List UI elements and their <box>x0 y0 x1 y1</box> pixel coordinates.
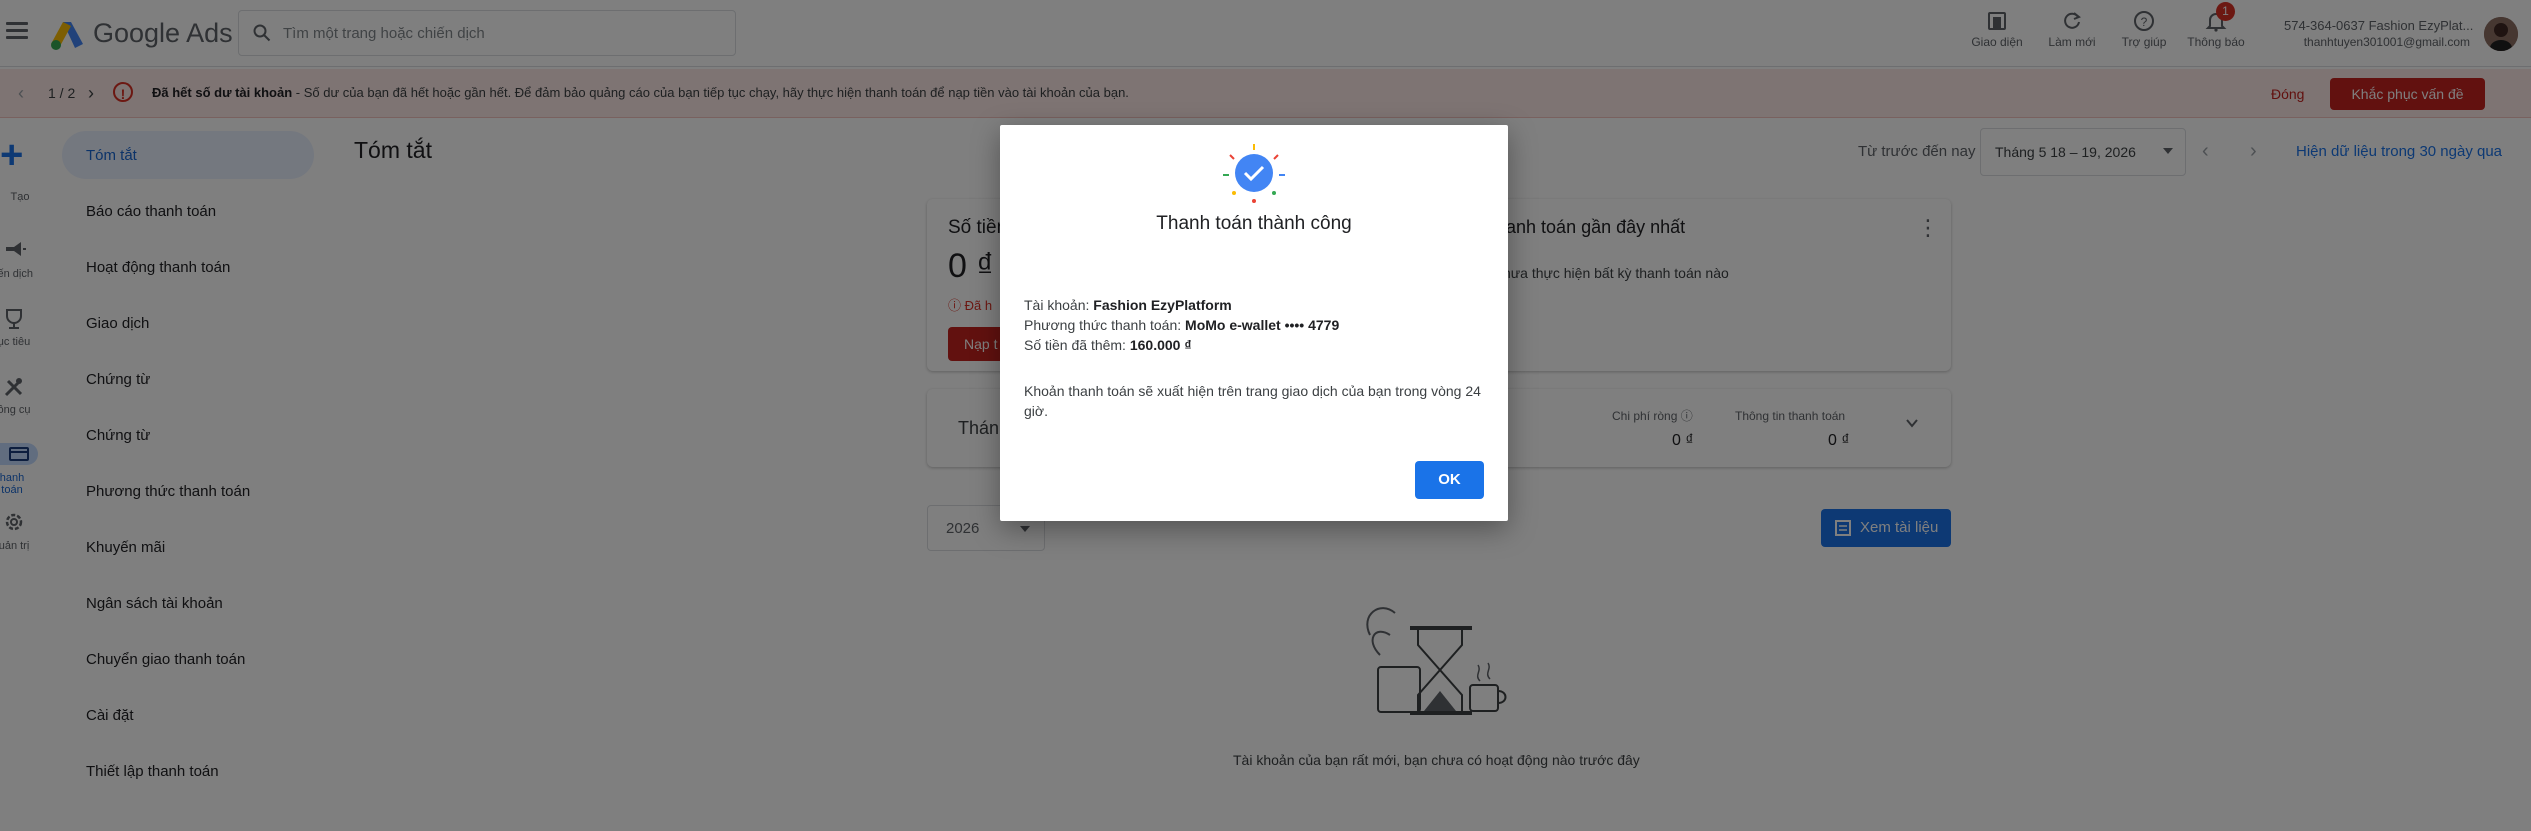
dialog-account-line: Tài khoản: Fashion EzyPlatform <box>1024 297 1232 313</box>
payment-success-dialog: Thanh toán thành công Tài khoản: Fashion… <box>1000 125 1508 521</box>
dialog-method-line: Phương thức thanh toán: MoMo e-wallet ••… <box>1024 317 1340 333</box>
dialog-amount-value: 160.000 ₫ <box>1129 337 1192 353</box>
dialog-title: Thanh toán thành công <box>1156 213 1352 234</box>
ok-button[interactable]: OK <box>1415 461 1484 499</box>
dialog-account-value: Fashion EzyPlatform <box>1093 297 1232 313</box>
dialog-amount-line: Số tiền đã thêm: 160.000 ₫ <box>1024 337 1192 353</box>
dialog-method-value: MoMo e-wallet •••• 4779 <box>1185 317 1340 333</box>
success-check-icon <box>1223 144 1285 203</box>
dialog-note: Khoản thanh toán sẽ xuất hiện trên trang… <box>1024 383 1481 419</box>
